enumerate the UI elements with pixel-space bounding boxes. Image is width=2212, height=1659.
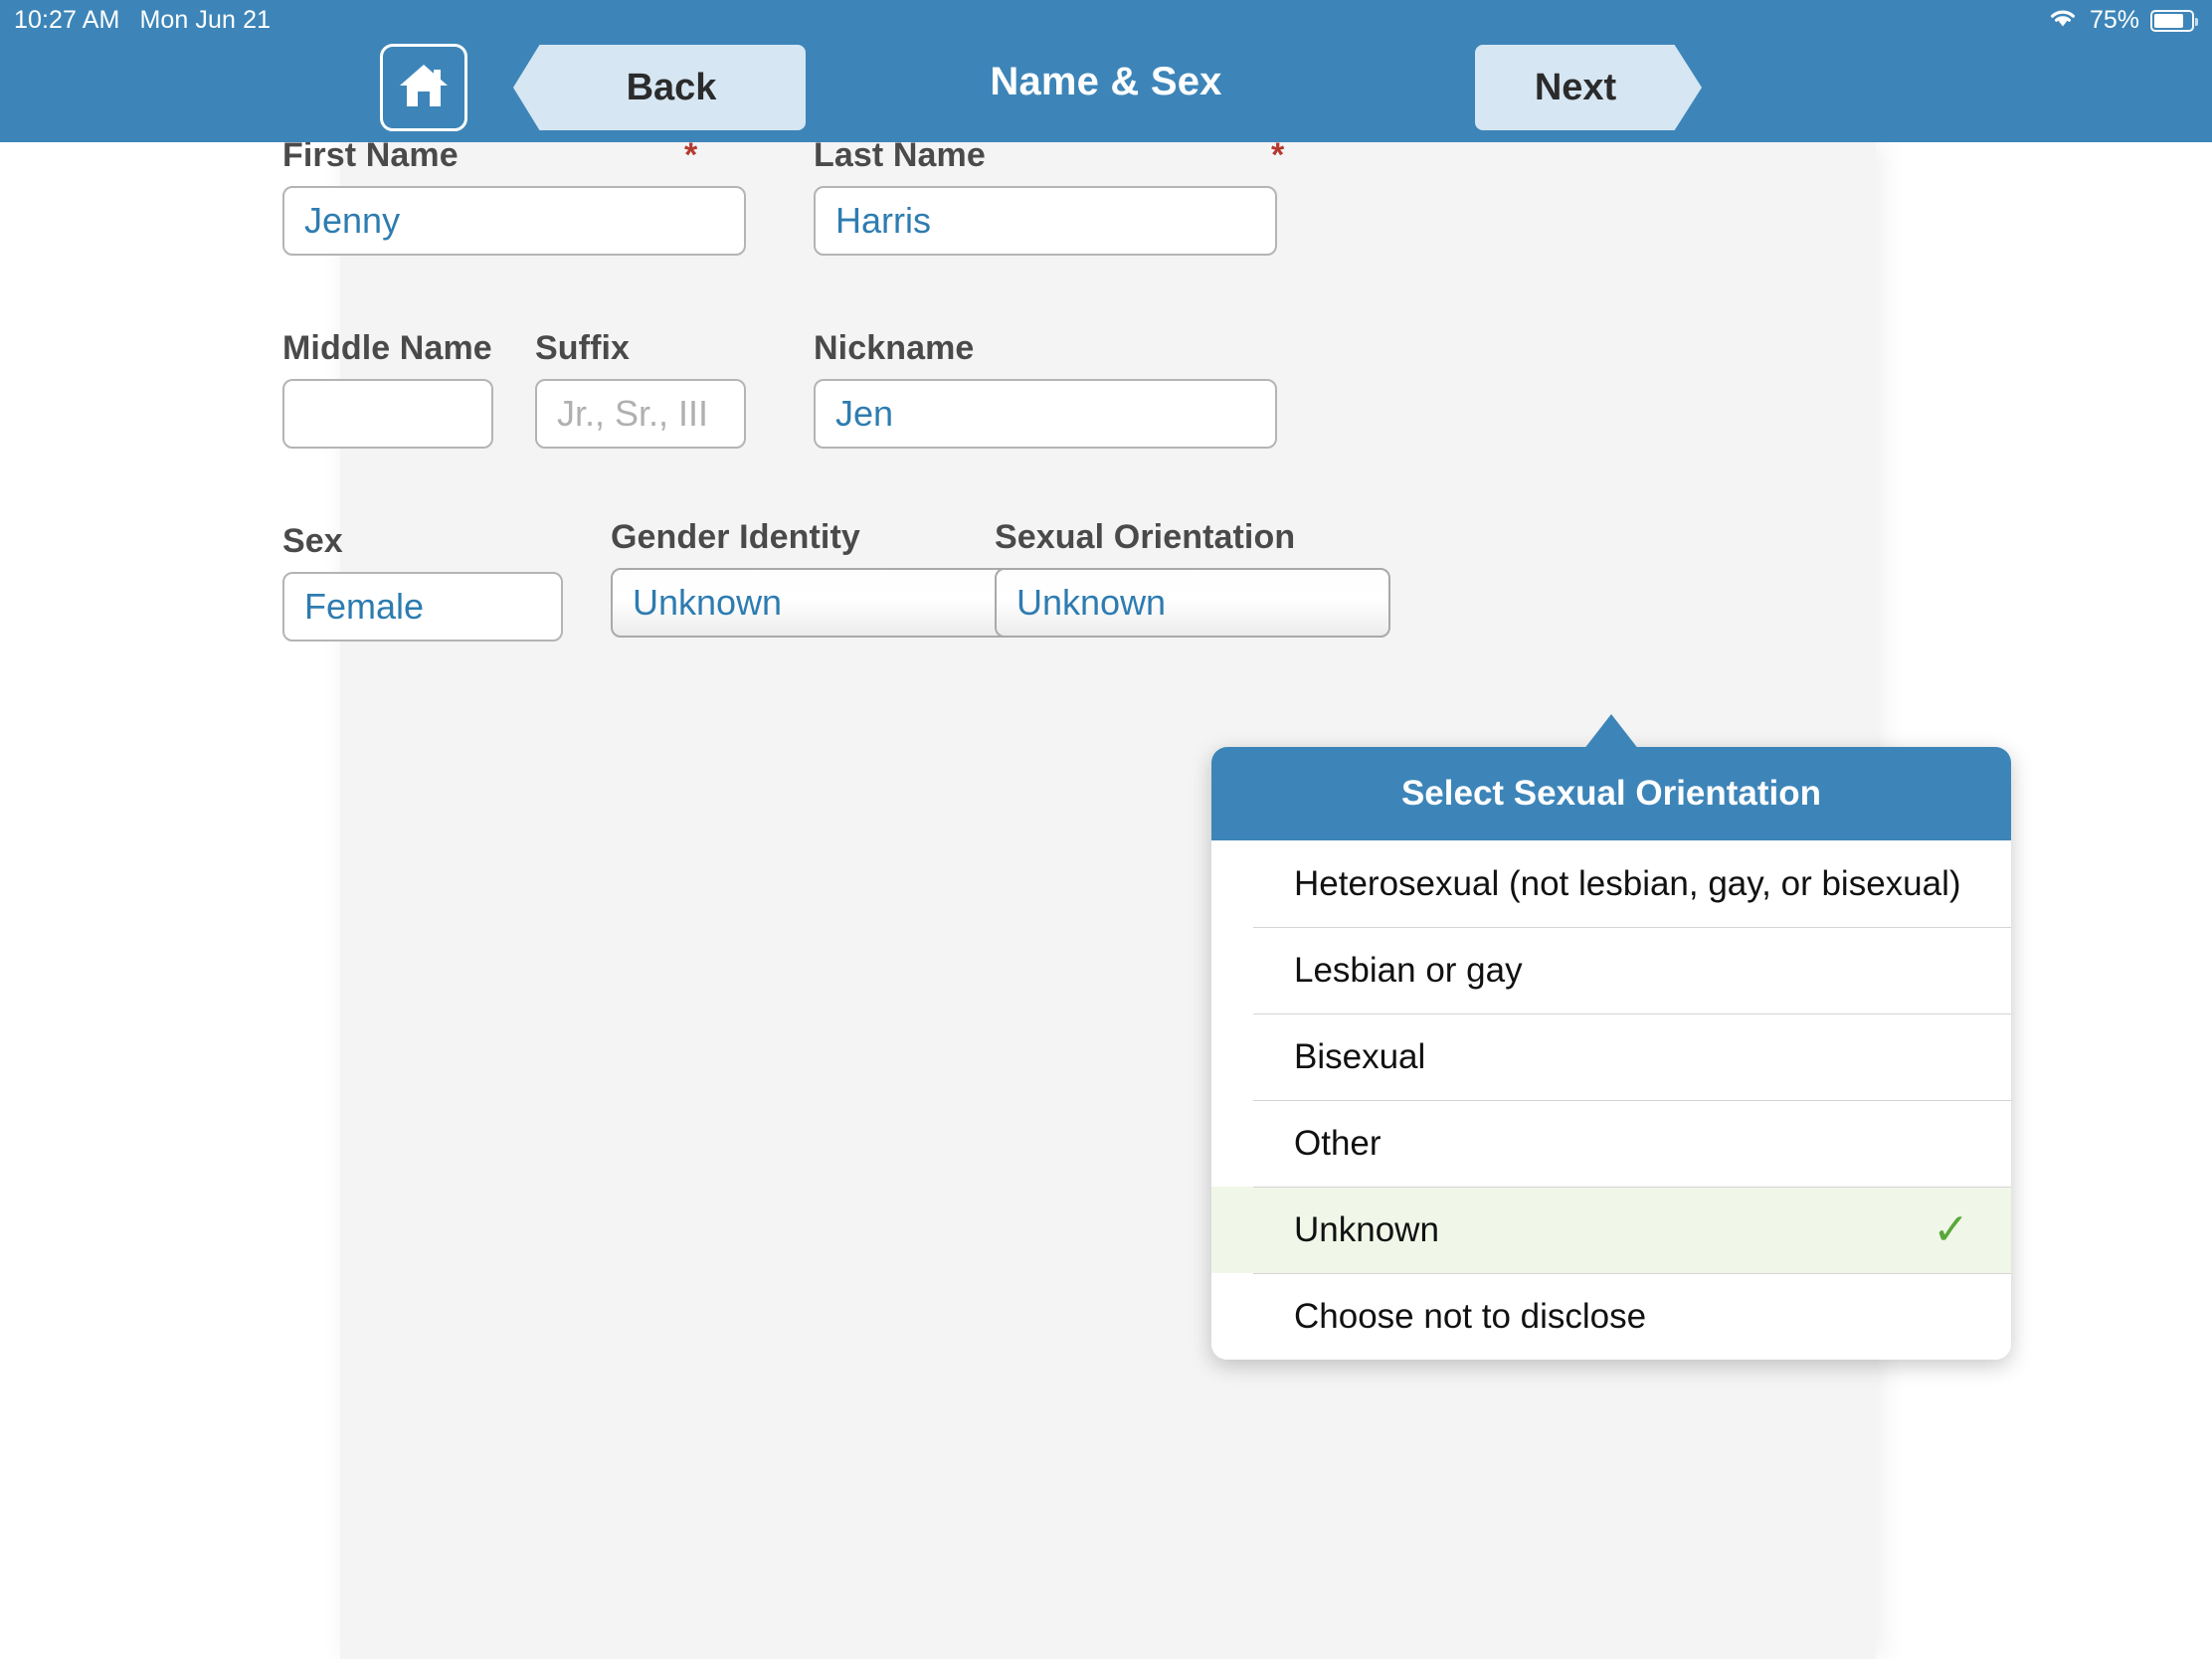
status-bar-left: 10:27 AM Mon Jun 21 <box>14 6 271 35</box>
sex-value: Female <box>304 586 425 627</box>
sexual-orientation-popover: Select Sexual Orientation Heterosexual (… <box>1211 747 2011 1360</box>
status-time: 10:27 AM <box>14 6 120 34</box>
page-title: Name & Sex <box>990 60 1222 103</box>
suffix-label: Suffix <box>535 329 631 367</box>
field-suffix: Suffix Jr., Sr., III <box>535 329 746 449</box>
popover-option-heterosexual[interactable]: Heterosexual (not lesbian, gay, or bisex… <box>1211 840 2011 927</box>
sexual-orientation-picker[interactable]: Unknown <box>995 568 1390 638</box>
popover-title: Select Sexual Orientation <box>1211 747 2011 840</box>
sexual-orientation-value: Unknown <box>1016 582 1167 623</box>
next-button-label: Next <box>1534 66 1617 108</box>
nickname-value: Jen <box>835 393 894 434</box>
status-date: Mon Jun 21 <box>139 6 272 34</box>
suffix-placeholder: Jr., Sr., III <box>557 393 709 434</box>
first-name-value: Jenny <box>304 200 401 241</box>
first-name-input[interactable]: Jenny <box>282 186 746 256</box>
popover-option-label: Choose not to disclose <box>1294 1296 1647 1336</box>
status-bar-right: 75% <box>2047 5 2198 36</box>
last-name-value: Harris <box>835 200 931 241</box>
last-name-required-marker: * <box>1271 136 1285 174</box>
nickname-input[interactable]: Jen <box>814 379 1277 449</box>
field-last-name: Last Name * Harris <box>814 136 1284 256</box>
middle-name-label: Middle Name <box>282 329 492 367</box>
gender-identity-value: Unknown <box>633 582 783 623</box>
middle-name-input[interactable] <box>282 379 493 449</box>
nickname-label: Nickname <box>814 329 975 367</box>
next-button[interactable]: Next <box>1475 45 1702 130</box>
popover-option-bisexual[interactable]: Bisexual <box>1211 1014 2011 1100</box>
battery-icon <box>2150 9 2198 32</box>
popover-option-lesbian-or-gay[interactable]: Lesbian or gay <box>1211 927 2011 1014</box>
sexual-orientation-label: Sexual Orientation <box>995 518 1296 556</box>
field-sexual-orientation: Sexual Orientation Unknown <box>995 518 1390 638</box>
field-sex: Sex Female <box>282 522 563 642</box>
popover-option-other[interactable]: Other <box>1211 1100 2011 1187</box>
field-first-name: First Name * Jenny <box>282 136 746 256</box>
first-name-required-marker: * <box>684 136 698 174</box>
battery-percent-label: 75% <box>2089 6 2139 34</box>
last-name-input[interactable]: Harris <box>814 186 1277 256</box>
popover-option-label: Heterosexual (not lesbian, gay, or bisex… <box>1294 863 1961 903</box>
wifi-icon <box>2047 5 2079 36</box>
popover-option-choose-not-to-disclose[interactable]: Choose not to disclose <box>1211 1273 2011 1360</box>
popover-option-label: Lesbian or gay <box>1294 950 1523 990</box>
popover-option-unknown[interactable]: Unknown ✓ <box>1211 1187 2011 1273</box>
popover-option-label: Bisexual <box>1294 1036 1426 1076</box>
suffix-input[interactable]: Jr., Sr., III <box>535 379 746 449</box>
popover-option-label: Unknown <box>1294 1209 1439 1249</box>
sex-picker[interactable]: Female <box>282 572 563 642</box>
sex-label: Sex <box>282 522 343 560</box>
field-middle-name: Middle Name <box>282 329 493 449</box>
status-bar: 10:27 AM Mon Jun 21 75% <box>0 0 2212 44</box>
field-nickname: Nickname Jen <box>814 329 1277 449</box>
popover-option-label: Other <box>1294 1123 1382 1163</box>
popover-option-list: Heterosexual (not lesbian, gay, or bisex… <box>1211 840 2011 1360</box>
check-icon: ✓ <box>1933 1204 1969 1254</box>
popover-pointer-arrow <box>1583 714 1639 750</box>
